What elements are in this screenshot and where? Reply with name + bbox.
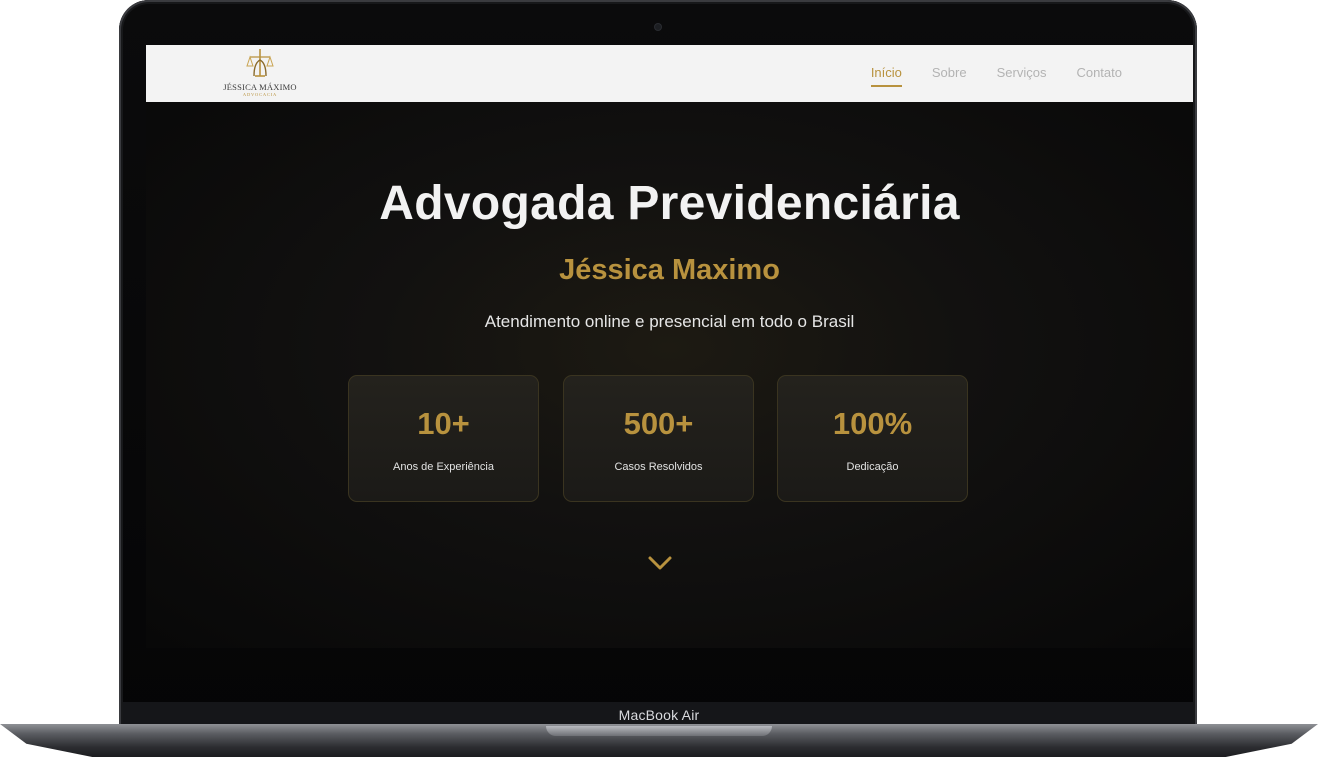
hero-name: Jéssica Maximo	[559, 254, 780, 286]
stat-label: Dedicação	[846, 461, 899, 473]
nav-links: Início Sobre Serviços Contato	[841, 65, 1122, 87]
website-screen: JÉSSICA MÁXIMO ADVOCACIA Início Sobre Se…	[146, 45, 1193, 648]
stat-value: 500+	[623, 406, 694, 441]
navbar: JÉSSICA MÁXIMO ADVOCACIA Início Sobre Se…	[146, 45, 1193, 102]
stat-value: 100%	[832, 406, 913, 441]
stat-card-cases: 500+ Casos Resolvidos	[563, 375, 754, 502]
scales-of-justice-icon	[246, 49, 274, 77]
hero-section: Advogada Previdenciária Jéssica Maximo A…	[146, 102, 1193, 648]
nav-item-sobre[interactable]: Sobre	[932, 65, 967, 87]
hero-subtitle: Atendimento online e presencial em todo …	[484, 312, 855, 331]
hero-title: Advogada Previdenciária	[379, 177, 960, 230]
stat-label: Casos Resolvidos	[614, 461, 703, 473]
stat-value: 10+	[417, 406, 470, 441]
nav-item-servicos[interactable]: Serviços	[997, 65, 1047, 87]
device-label: MacBook Air	[618, 707, 700, 723]
logo-tagline: ADVOCACIA	[242, 92, 278, 97]
nav-item-contato[interactable]: Contato	[1076, 65, 1122, 87]
camera-icon	[655, 24, 661, 30]
logo-name: JÉSSICA MÁXIMO	[223, 82, 297, 92]
chevron-down-icon[interactable]	[646, 554, 674, 572]
logo[interactable]: JÉSSICA MÁXIMO ADVOCACIA	[220, 48, 300, 100]
stat-card-dedication: 100% Dedicação	[777, 375, 968, 502]
stat-label: Anos de Experiência	[393, 461, 494, 473]
laptop-notch	[546, 726, 772, 736]
stat-card-experience: 10+ Anos de Experiência	[348, 375, 539, 502]
nav-item-inicio[interactable]: Início	[870, 65, 902, 87]
